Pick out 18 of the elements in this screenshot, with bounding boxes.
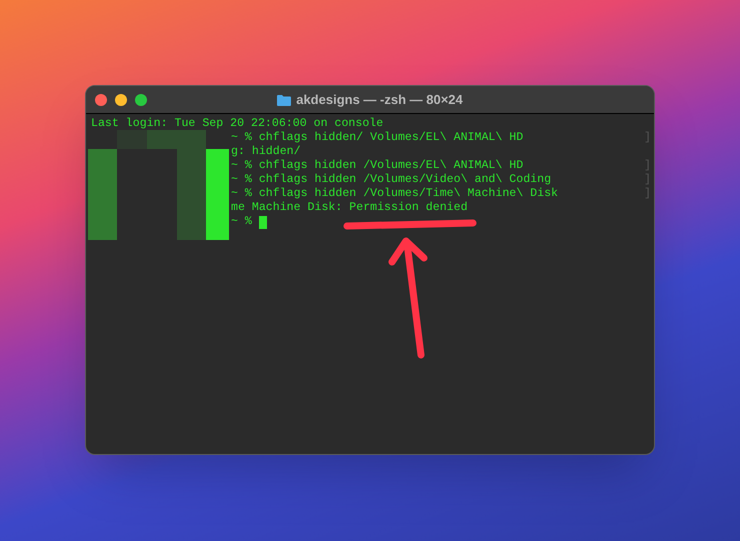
line-wrap-mark: ] — [644, 131, 652, 145]
line-wrap-mark: ] — [644, 187, 652, 201]
terminal-line: ~ % chflags hidden /Volumes/EL\ ANIMAL\ HD — [231, 159, 524, 173]
terminal-line: ~ % — [231, 215, 252, 229]
terminal-line: Last login: Tue Sep 20 22:06:00 on console — [91, 117, 384, 131]
terminal-line: g: hidden/ — [231, 145, 301, 159]
line-wrap-mark: ] — [644, 173, 652, 187]
folder-icon — [277, 94, 292, 106]
window-title: akdesigns — -zsh — 80×24 — [296, 90, 463, 109]
terminal-line: ~ % chflags hidden /Volumes/Video\ and\ Coding — [231, 173, 552, 187]
close-button[interactable] — [95, 94, 107, 106]
terminal-line: ~ % chflags hidden/ Volumes/EL\ ANIMAL\ HD — [231, 131, 524, 145]
line-wrap-mark: ] — [644, 159, 652, 173]
text-cursor — [258, 216, 267, 228]
terminal-line: ~ % chflags hidden /Volumes/Time\ Machine\ Disk — [231, 187, 558, 201]
zoom-button[interactable] — [135, 94, 147, 106]
minimize-button[interactable] — [115, 94, 127, 106]
terminal-line: me Machine Disk: Permission denied — [231, 201, 468, 215]
